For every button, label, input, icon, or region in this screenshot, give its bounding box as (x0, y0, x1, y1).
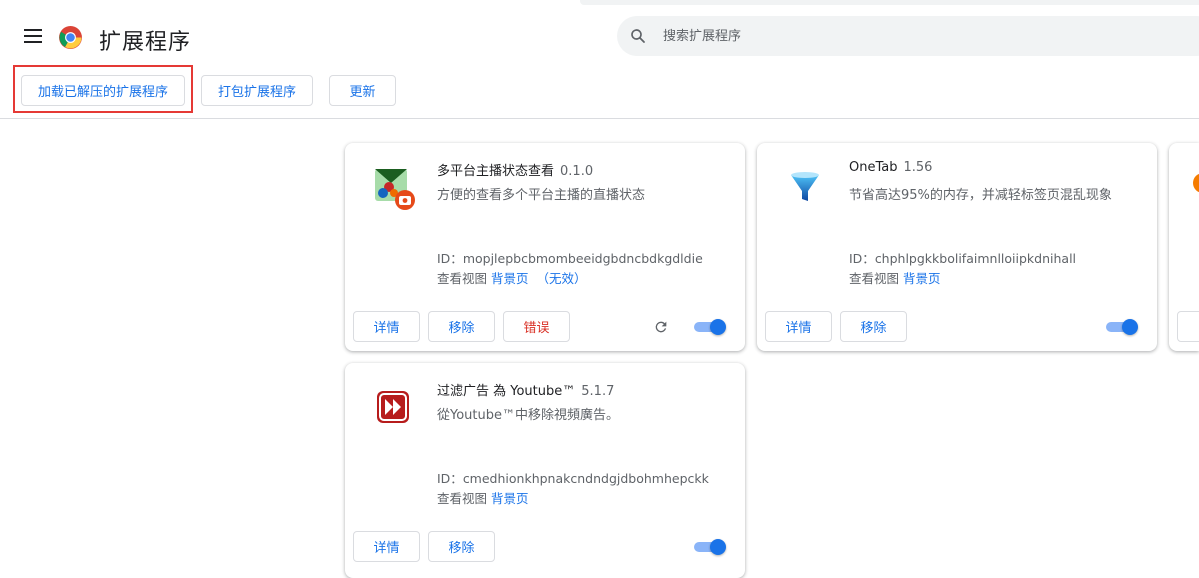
inactive-label: （无效） (536, 271, 587, 286)
extension-version: 0.1.0 (560, 164, 594, 179)
id-label: ID： (849, 251, 875, 266)
top-strip (0, 0, 1199, 7)
extension-description: 方便的查看多个平台主播的直播状态 (437, 188, 646, 203)
inspect-views: 查看视图 背景页 (849, 268, 941, 287)
enable-toggle[interactable] (694, 539, 726, 555)
id-label: ID： (437, 471, 463, 486)
update-button[interactable]: 更新 (329, 75, 396, 106)
remove-button[interactable]: 移除 (840, 311, 907, 342)
enable-toggle[interactable] (1106, 319, 1138, 335)
extension-id: chphlpgkkbolifaimnlloiipkdnihall (874, 251, 1077, 266)
extension-description: 节省高达95%的内存，并减轻标签页混乱现象 (849, 188, 1112, 203)
partial-extension-icon (1193, 173, 1199, 193)
partial-details-button[interactable] (1177, 311, 1199, 342)
inspect-views: 查看视图 背景页 (437, 488, 529, 507)
pack-extension-button[interactable]: 打包扩展程序 (201, 75, 313, 106)
toolbar-divider (0, 118, 1199, 119)
extension-card: 过滤广告 為 Youtube™ 5.1.7 從Youtube™中移除視頻廣告。 I… (345, 363, 745, 578)
views-label: 查看视图 (437, 491, 488, 506)
views-label: 查看视图 (437, 271, 488, 286)
top-strip-tab-edge (580, 0, 1199, 5)
details-button[interactable]: 详情 (353, 531, 420, 562)
chrome-logo-icon (59, 26, 82, 49)
remove-button[interactable]: 移除 (428, 311, 495, 342)
extension-name: OneTab 1.56 (849, 160, 933, 175)
enable-toggle[interactable] (694, 319, 726, 335)
remove-button[interactable]: 移除 (428, 531, 495, 562)
extension-name: 过滤广告 為 Youtube™ 5.1.7 (437, 384, 615, 399)
extension-id: cmedhionkhpnakcndndgjdbohmhepckk (462, 471, 709, 486)
extension-card: 多平台主播状态查看 0.1.0 方便的查看多个平台主播的直播状态 ID：mopjl… (345, 143, 745, 351)
search-icon (631, 29, 645, 43)
extension-card: OneTab 1.56 节省高达95%的内存，并减轻标签页混乱现象 ID：chph… (757, 143, 1157, 351)
background-page-link[interactable]: 背景页 (491, 271, 529, 286)
extension-id-line: ID：mopjlepbcbmombeeidgbdncbdkgdldie (437, 248, 703, 267)
onetab-funnel-icon (791, 172, 819, 201)
extension-id-line: ID：chphlpgkkbolifaimnlloiipkdnihall (849, 248, 1076, 267)
load-unpacked-button[interactable]: 加载已解压的扩展程序 (21, 75, 185, 106)
search-input[interactable] (663, 16, 1163, 56)
extension-description: 從Youtube™中移除視頻廣告。 (437, 408, 619, 423)
extension-id-line: ID：cmedhionkhpnakcndndgjdbohmhepckk (437, 468, 709, 487)
id-label: ID： (437, 251, 463, 266)
details-button[interactable]: 详情 (765, 311, 832, 342)
errors-button[interactable]: 错误 (503, 311, 570, 342)
search-box[interactable] (617, 16, 1199, 56)
hamburger-menu-icon[interactable] (24, 29, 42, 45)
extension-version: 5.1.7 (581, 384, 615, 399)
background-page-link[interactable]: 背景页 (491, 491, 529, 506)
streamer-extension-icon (375, 169, 415, 210)
details-button[interactable]: 详情 (353, 311, 420, 342)
extension-card-partial (1169, 143, 1199, 351)
page-title: 扩展程序 (99, 30, 192, 55)
extension-name: 多平台主播状态查看 0.1.0 (437, 164, 594, 179)
fast-forward-icon (377, 391, 409, 423)
views-label: 查看视图 (849, 271, 900, 286)
extension-version: 1.56 (903, 160, 933, 175)
extension-id: mopjlepbcbmombeeidgbdncbdkgdldie (462, 251, 703, 266)
reload-icon[interactable] (653, 319, 669, 335)
inspect-views: 查看视图 背景页 （无效） (437, 268, 587, 287)
background-page-link[interactable]: 背景页 (903, 271, 941, 286)
